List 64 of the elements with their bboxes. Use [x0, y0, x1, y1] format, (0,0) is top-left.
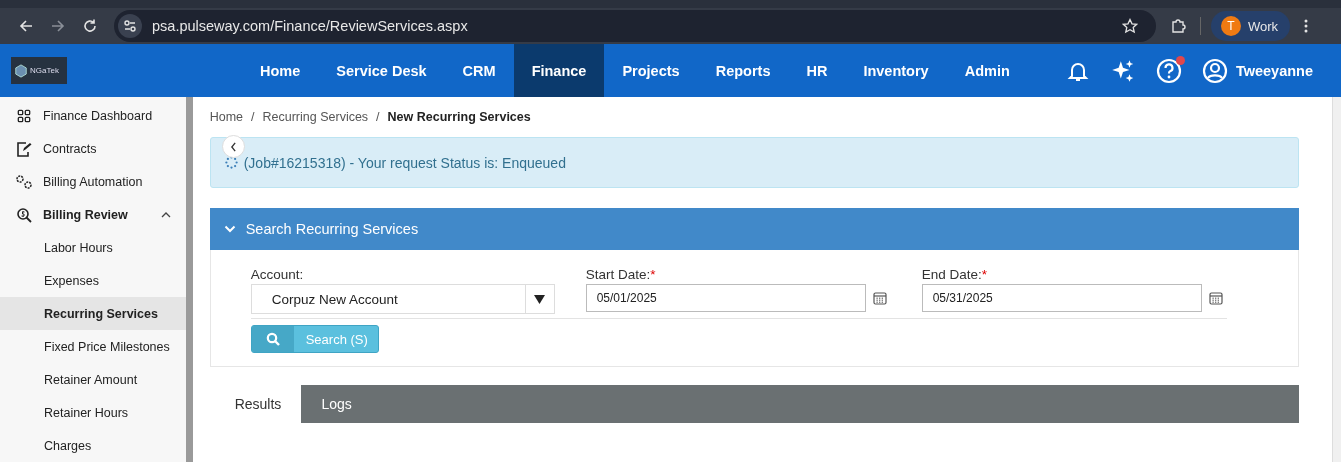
user-avatar-icon[interactable]: [1201, 57, 1228, 84]
nav-link[interactable]: Finance: [513, 44, 605, 97]
scrollbar[interactable]: [185, 97, 193, 462]
calendar-icon[interactable]: [1208, 291, 1223, 305]
sidebar-subitem[interactable]: Charges: [0, 429, 186, 462]
site-settings-icon[interactable]: [118, 14, 142, 39]
puzzle-piece-icon[interactable]: [1170, 18, 1186, 35]
bookmark-star-icon[interactable]: [1122, 18, 1138, 35]
sidebar-label: Contracts: [43, 141, 98, 156]
reload-icon[interactable]: [82, 18, 98, 35]
breadcrumb-separator: /: [376, 110, 380, 124]
nav-link[interactable]: Reports: [697, 44, 789, 97]
address-bar[interactable]: psa.pulseway.com/Finance/ReviewServices.aspx: [114, 10, 1156, 43]
sidebar-item[interactable]: Contracts: [0, 132, 179, 165]
date-field[interactable]: 05/01/2025: [585, 284, 866, 312]
status-message: (Job#16215318) - Your request Status is: Enqueued: [243, 154, 566, 171]
chevron-up-icon[interactable]: [160, 211, 171, 218]
field-label: End Date:*: [921, 267, 988, 282]
breadcrumb-link[interactable]: Home: [209, 110, 244, 124]
document-pen-icon: [15, 140, 33, 157]
dollar-magnifier-icon: [15, 206, 33, 223]
sidebar-subitem[interactable]: Recurring Services: [0, 297, 186, 330]
chevron-left-icon: [230, 141, 237, 152]
nav-link[interactable]: Admin: [946, 44, 1028, 97]
panel-header[interactable]: Search Recurring Services: [209, 208, 1299, 250]
sidebar-label: Billing Review: [43, 207, 129, 222]
date-field[interactable]: 05/31/2025: [921, 284, 1202, 312]
sidebar-subitem[interactable]: Labor Hours: [0, 231, 186, 264]
grid-icon: [15, 108, 33, 123]
profile-button[interactable]: T Work: [1211, 11, 1291, 42]
breadcrumb-separator: /: [251, 110, 255, 124]
dropdown-arrow-icon: [534, 294, 546, 304]
sidebar-subitem[interactable]: Expenses: [0, 264, 186, 297]
field-label: Start Date:*: [585, 267, 657, 282]
sidebar-subitem[interactable]: Retainer Amount: [0, 363, 186, 396]
url-text: psa.pulseway.com/Finance/ReviewServices.aspx: [152, 18, 469, 35]
field-label: Account:: [250, 267, 305, 282]
sidebar-label: Finance Dashboard: [43, 108, 154, 123]
nav-link[interactable]: CRM: [444, 44, 514, 97]
sidebar-label: Billing Automation: [43, 174, 144, 189]
nav-link[interactable]: HR: [788, 44, 846, 97]
user-name[interactable]: Tweeyanne: [1235, 62, 1313, 79]
sidebar-subitem[interactable]: Fixed Price Milestones: [0, 330, 186, 363]
sidebar-item[interactable]: Billing Automation: [0, 165, 179, 198]
avatar-initial: T: [1221, 16, 1241, 37]
panel-title: Search Recurring Services: [245, 221, 419, 237]
calendar-icon[interactable]: [872, 291, 887, 305]
nav-link[interactable]: Projects: [604, 44, 698, 97]
sidebar-item[interactable]: Finance Dashboard: [0, 99, 179, 132]
spinner-icon: [224, 156, 238, 169]
nav-link[interactable]: Home: [242, 44, 319, 97]
tab[interactable]: Logs: [301, 385, 372, 423]
help-icon[interactable]: [1155, 57, 1182, 84]
account-dropdown[interactable]: Corpuz New Account: [250, 284, 555, 314]
gears-icon: [15, 173, 33, 190]
search-icon: [265, 332, 280, 346]
scrollbar[interactable]: [1331, 97, 1341, 462]
company-logo[interactable]: NGaTek: [11, 57, 67, 85]
nav-link[interactable]: Service Desk: [318, 44, 445, 97]
nav-link[interactable]: Inventory: [845, 44, 947, 97]
sidebar-item[interactable]: Billing Review: [0, 198, 179, 231]
sidebar-subitem[interactable]: Retainer Hours: [0, 396, 186, 429]
breadcrumb-link[interactable]: New Recurring Services: [387, 110, 531, 124]
breadcrumb-link[interactable]: Recurring Services: [262, 110, 369, 124]
